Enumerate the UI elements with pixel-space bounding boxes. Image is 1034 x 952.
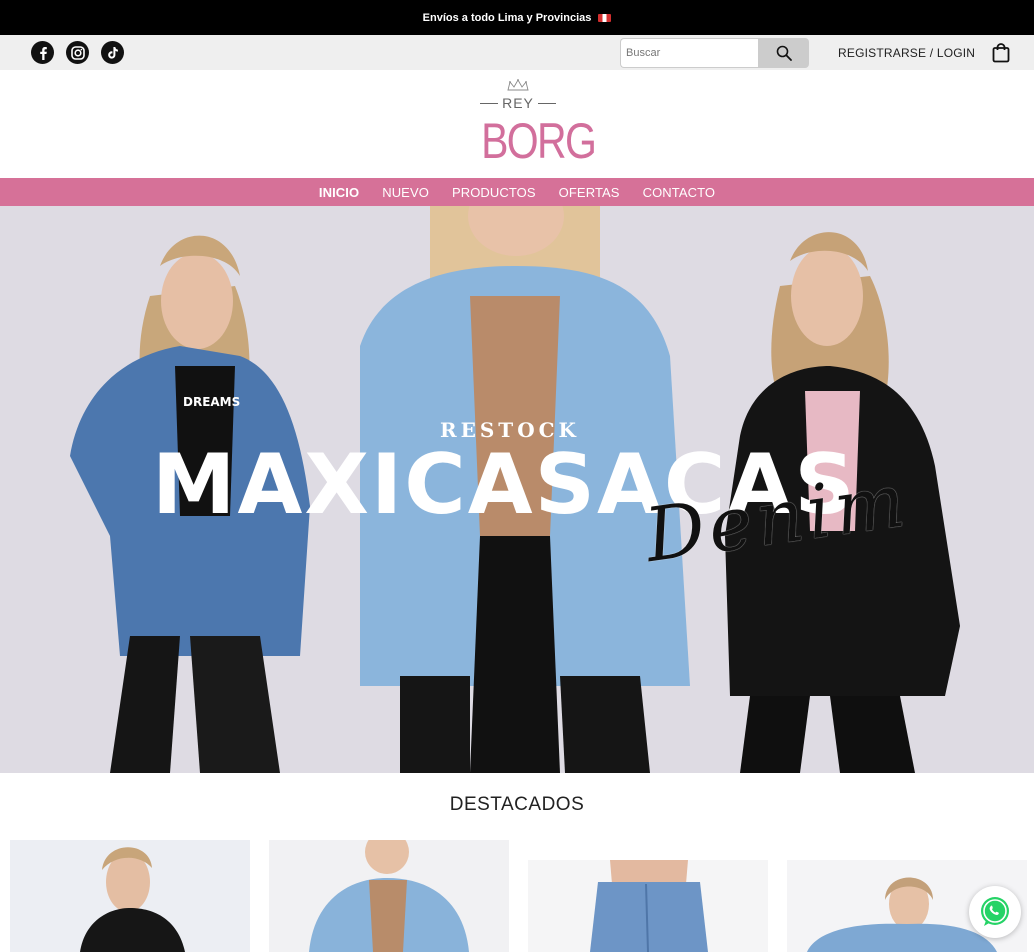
svg-text:DREAMS: DREAMS: [183, 395, 240, 409]
brand-name: BORG: [481, 113, 597, 169]
announcement-bar: Envíos a todo Lima y Provincias: [0, 0, 1034, 35]
facebook-icon[interactable]: [31, 41, 54, 64]
nav-item-productos[interactable]: PRODUCTOS: [452, 185, 536, 200]
social-links: [31, 41, 124, 64]
shopping-bag-icon: [992, 43, 1010, 63]
search-icon: [776, 45, 792, 61]
whatsapp-button[interactable]: [969, 886, 1021, 938]
register-login-link[interactable]: REGISTRARSE / LOGIN: [838, 46, 975, 60]
product-card[interactable]: [269, 840, 509, 952]
search-button[interactable]: [758, 38, 809, 68]
brand-logo[interactable]: REY BORG: [473, 79, 597, 171]
product-image: [10, 840, 250, 952]
cart-button[interactable]: [990, 42, 1012, 64]
product-card[interactable]: [528, 860, 768, 952]
brand-prefix: REY: [502, 95, 534, 111]
crown-icon: [507, 79, 529, 91]
nav-item-nuevo[interactable]: NUEVO: [382, 185, 429, 200]
featured-title: DESTACADOS: [449, 794, 585, 815]
product-image: [528, 860, 768, 952]
search-input[interactable]: [620, 38, 759, 68]
peru-flag-icon: [598, 13, 612, 22]
nav-item-ofertas[interactable]: OFERTAS: [559, 185, 620, 200]
nav-item-contacto[interactable]: CONTACTO: [643, 185, 716, 200]
product-card[interactable]: [10, 840, 250, 952]
nav-item-inicio[interactable]: INICIO: [319, 185, 359, 200]
instagram-icon[interactable]: [66, 41, 89, 64]
announcement-text: Envíos a todo Lima y Provincias: [422, 11, 592, 24]
utility-bar: REGISTRARSE / LOGIN: [0, 35, 1034, 70]
tiktok-icon[interactable]: [101, 41, 124, 64]
product-image: [269, 840, 509, 952]
hero-banner[interactable]: DREAMS RESTOCK MAXICASACAS Denim: [0, 206, 1034, 773]
whatsapp-icon: [981, 897, 1009, 926]
main-nav: INICIO NUEVO PRODUCTOS OFERTAS CONTACTO: [0, 178, 1034, 206]
